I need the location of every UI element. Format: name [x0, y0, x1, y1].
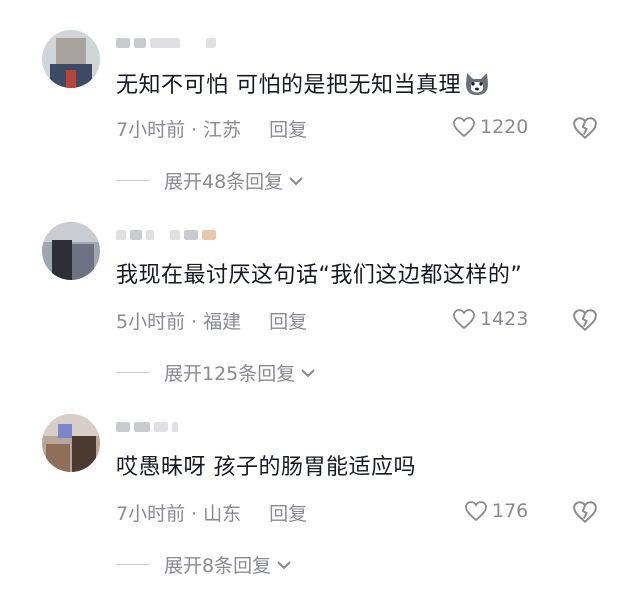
heart-outline-icon — [465, 501, 487, 522]
dislike-button[interactable] — [572, 116, 598, 144]
reply-button[interactable]: 回复 — [269, 311, 307, 333]
chevron-down-icon — [277, 560, 291, 569]
expand-replies-button[interactable]: 展开48条回复 — [116, 167, 305, 194]
heart-outline-icon — [453, 117, 475, 138]
comment-text: 无知不可怕 可怕的是把无知当真理 — [116, 70, 491, 100]
expand-replies-label: 展开125条回复 — [164, 363, 296, 385]
comment-text: 我现在最讨厌这句话“我们这边都这样的” — [116, 263, 523, 288]
avatar[interactable] — [42, 30, 100, 88]
broken-heart-icon — [573, 501, 597, 524]
reply-button[interactable]: 回复 — [269, 503, 307, 525]
comment-time: 5小时前 — [116, 311, 186, 333]
comment-location: 山东 — [203, 503, 242, 525]
expand-replies-label: 展开48条回复 — [164, 171, 284, 193]
expand-replies-button[interactable]: 展开125条回复 — [116, 359, 317, 386]
username-blurred[interactable] — [116, 34, 216, 52]
dislike-button[interactable] — [572, 500, 598, 528]
separator-dot: · — [191, 311, 198, 333]
avatar[interactable] — [42, 222, 100, 280]
username-blurred[interactable] — [116, 418, 178, 436]
comment-location: 福建 — [203, 311, 242, 333]
reply-button[interactable]: 回复 — [269, 119, 307, 141]
broken-heart-icon — [573, 117, 597, 140]
comment-meta: 7小时前 · 山东 回复 — [116, 502, 307, 526]
like-button[interactable]: 1423 — [452, 308, 528, 330]
chevron-down-icon — [301, 368, 315, 377]
like-count: 176 — [492, 500, 529, 522]
divider-line — [116, 564, 150, 565]
heart-outline-icon — [453, 309, 475, 330]
dislike-button[interactable] — [572, 308, 598, 336]
divider-line — [116, 180, 150, 181]
chevron-down-icon — [289, 176, 303, 185]
separator-dot: · — [191, 119, 198, 141]
comment-text: 哎愚昧呀 孩子的肠胃能适应吗 — [116, 455, 416, 480]
comment-location: 江苏 — [203, 119, 242, 141]
expand-replies-button[interactable]: 展开8条回复 — [116, 551, 293, 578]
broken-heart-icon — [573, 309, 597, 332]
like-button[interactable]: 176 — [464, 500, 528, 522]
like-count: 1423 — [480, 308, 529, 330]
separator-dot: · — [191, 503, 198, 525]
avatar[interactable] — [42, 414, 100, 472]
comment-meta: 7小时前 · 江苏 回复 — [116, 118, 307, 142]
divider-line — [116, 372, 150, 373]
username-blurred[interactable] — [116, 226, 216, 244]
like-count: 1220 — [480, 116, 529, 138]
comment-meta: 5小时前 · 福建 回复 — [116, 310, 307, 334]
comment-time: 7小时前 — [116, 503, 186, 525]
like-button[interactable]: 1220 — [452, 116, 528, 138]
husky-dog-emoji-icon — [466, 73, 488, 95]
expand-replies-label: 展开8条回复 — [164, 555, 272, 577]
comment-time: 7小时前 — [116, 119, 186, 141]
